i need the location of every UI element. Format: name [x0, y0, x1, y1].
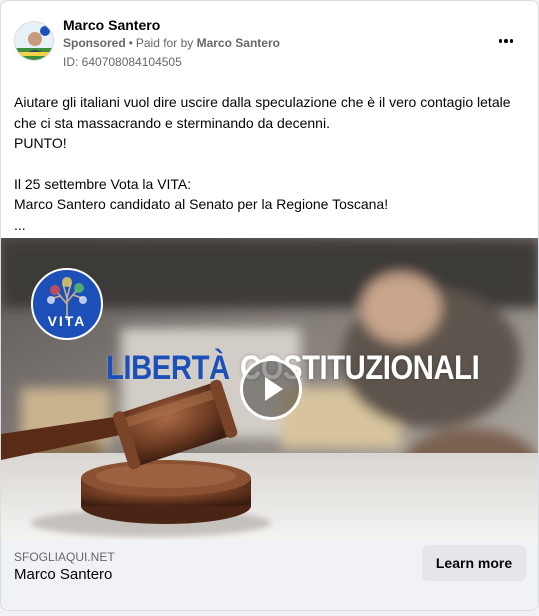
post-header: Marco Santero Sponsored • Paid for by Marc… [1, 1, 538, 77]
headline-word-1: LIBERTÀ [106, 349, 230, 387]
post-text-line: Marco Santero candidato al Senato per la… [14, 196, 389, 212]
vita-logo: VITA [31, 268, 103, 340]
play-button[interactable] [240, 358, 302, 420]
more-dot [504, 39, 508, 43]
sponsored-line: Sponsored • Paid for by Marco Santero [63, 36, 280, 50]
profile-avatar[interactable] [14, 21, 54, 61]
more-options-icon[interactable] [494, 31, 518, 51]
separator-dot: • [128, 36, 133, 50]
avatar-image [15, 22, 53, 60]
more-dot [498, 39, 503, 43]
video-media[interactable]: VITA LIBERTÀ COSTITUZIONALI [1, 238, 538, 540]
learn-more-button[interactable]: Learn more [422, 545, 526, 581]
logo-text: VITA [48, 313, 87, 329]
ad-card: Marco Santero Sponsored • Paid for by Marc… [0, 0, 539, 611]
post-text-line: Aiutare gli italiani vuol dire uscire da… [14, 94, 511, 131]
post-text: Aiutare gli italiani vuol dire uscire da… [14, 92, 524, 235]
link-domain: SFOGLIAQUI.NET [14, 550, 115, 564]
page-name[interactable]: Marco Santero [63, 17, 160, 33]
paid-for-name[interactable]: Marco Santero [197, 36, 280, 50]
post-text-line: Il 25 settembre Vota la VITA: [14, 175, 192, 192]
more-dot [509, 39, 514, 43]
see-more-ellipsis[interactable]: ... [14, 215, 524, 236]
post-text-line: PUNTO! [14, 135, 67, 151]
ad-id: ID: 640708084104505 [63, 55, 182, 69]
link-title[interactable]: Marco Santero [14, 566, 112, 583]
paid-for-prefix: Paid for by [135, 36, 194, 50]
sponsored-label[interactable]: Sponsored [63, 36, 126, 50]
play-icon [265, 377, 283, 401]
link-footer[interactable]: SFOGLIAQUI.NET Marco Santero Learn more [1, 540, 538, 610]
